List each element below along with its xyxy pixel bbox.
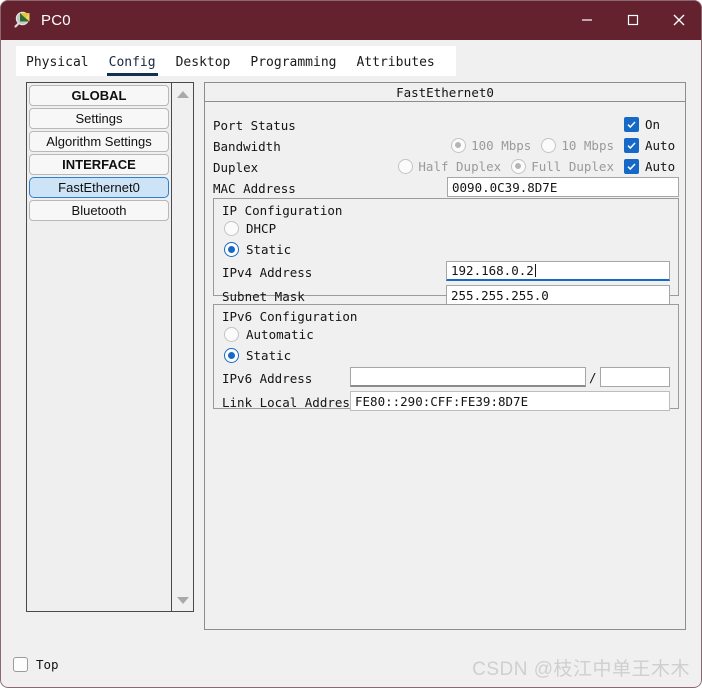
scroll-up-arrow-icon[interactable] — [172, 85, 193, 103]
duplex-auto-label: Auto — [645, 159, 676, 174]
link-local-address-input: FE80::290:CFF:FE39:8D7E — [350, 391, 670, 411]
sidebar-item-settings[interactable]: Settings — [29, 108, 169, 129]
ipv4-address-value: 192.168.0.2 — [451, 263, 534, 278]
ip-static-label: Static — [246, 242, 292, 257]
maximize-icon — [627, 14, 639, 26]
ip-dhcp-option[interactable]: DHCP — [224, 221, 276, 236]
top-label: Top — [36, 657, 59, 672]
watermark-text: CSDN @枝江中单王木木 — [472, 659, 690, 680]
tab-bar: Physical Config Desktop Programming Attr… — [16, 46, 456, 76]
ip-dhcp-radio[interactable] — [224, 221, 239, 236]
duplex-auto-checkbox[interactable] — [624, 159, 639, 174]
bandwidth-100mbps-radio[interactable] — [451, 138, 467, 153]
close-icon — [673, 14, 685, 26]
ipv6-configuration-group: IPv6 Configuration Automatic Static IPv6… — [213, 304, 679, 411]
top-checkbox-group[interactable]: Top — [13, 657, 59, 672]
sidebar: GLOBAL Settings Algorithm Settings INTER… — [26, 82, 194, 612]
minimize-icon — [582, 19, 592, 21]
mac-address-input[interactable]: 0090.0C39.8D7E — [447, 177, 679, 197]
top-checkbox[interactable] — [13, 657, 28, 672]
duplex-label: Duplex — [213, 160, 259, 175]
mac-address-label: MAC Address — [213, 181, 296, 196]
port-status-on-checkbox[interactable] — [624, 117, 639, 132]
ipv6-address-input[interactable] — [350, 367, 586, 387]
ip-dhcp-label: DHCP — [246, 221, 277, 236]
sidebar-scrollbar[interactable] — [171, 83, 193, 611]
bottom-bar: Top CSDN @枝江中单王木木 — [0, 646, 702, 688]
ipv4-address-label: IPv4 Address — [222, 265, 313, 280]
interface-config-panel: FastEthernet0 Port Status On Bandwidth 1… — [204, 82, 686, 630]
ipv6-prefix-separator: / — [589, 370, 597, 385]
minimize-button[interactable] — [564, 0, 610, 40]
ipv6-static-label: Static — [246, 348, 292, 363]
tab-programming[interactable]: Programming — [240, 55, 346, 76]
ipv6-automatic-option[interactable]: Automatic — [224, 327, 314, 342]
link-local-address-label: Link Local Address: — [222, 395, 365, 410]
ip-configuration-title: IP Configuration — [222, 203, 343, 218]
sidebar-item-bluetooth[interactable]: Bluetooth — [29, 200, 169, 221]
window-titlebar: PC0 — [0, 0, 702, 40]
ip-configuration-group: IP Configuration DHCP Static IPv4 Addres… — [213, 198, 679, 305]
maximize-button[interactable] — [610, 0, 656, 40]
bandwidth-100mbps-label: 100 Mbps — [471, 138, 532, 153]
packet-tracer-logo-icon — [11, 9, 33, 31]
sidebar-item-interface[interactable]: INTERFACE — [29, 154, 169, 175]
ipv6-configuration-title: IPv6 Configuration — [222, 309, 358, 324]
sidebar-item-algorithm-settings[interactable]: Algorithm Settings — [29, 131, 169, 152]
window-title: PC0 — [41, 11, 71, 29]
bandwidth-label: Bandwidth — [213, 139, 281, 154]
duplex-half-radio[interactable] — [398, 159, 414, 174]
tab-desktop[interactable]: Desktop — [166, 55, 241, 76]
config-body: GLOBAL Settings Algorithm Settings INTER… — [8, 76, 694, 646]
sidebar-item-global[interactable]: GLOBAL — [29, 85, 169, 106]
checkmark-icon — [627, 163, 636, 171]
sidebar-list: GLOBAL Settings Algorithm Settings INTER… — [27, 83, 171, 611]
ip-static-option[interactable]: Static — [224, 242, 291, 257]
bandwidth-row: Bandwidth 100 Mbps 10 Mbps Auto — [205, 137, 685, 158]
port-status-controls: On — [624, 117, 679, 132]
tab-config[interactable]: Config — [99, 55, 166, 76]
checkmark-icon — [627, 121, 636, 129]
subnet-mask-label: Subnet Mask — [222, 289, 305, 304]
pc0-config-window: PC0 Physical Config Desktop Programming … — [0, 0, 702, 688]
checkmark-icon — [627, 142, 636, 150]
ipv6-automatic-label: Automatic — [246, 327, 314, 342]
close-button[interactable] — [656, 0, 702, 40]
ipv6-prefix-input[interactable] — [600, 367, 670, 387]
duplex-full-label: Full Duplex — [531, 159, 614, 174]
scroll-down-arrow-icon[interactable] — [172, 591, 193, 609]
window-controls — [564, 0, 702, 40]
sidebar-item-fastethernet0[interactable]: FastEthernet0 — [29, 177, 169, 198]
bandwidth-10mbps-label: 10 Mbps — [561, 138, 614, 153]
ipv6-automatic-radio[interactable] — [224, 327, 239, 342]
duplex-controls: Half Duplex Full Duplex Auto — [398, 159, 679, 174]
mac-address-row: MAC Address 0090.0C39.8D7E — [205, 177, 685, 200]
bandwidth-10mbps-radio[interactable] — [541, 138, 557, 153]
ip-static-radio[interactable] — [224, 242, 239, 257]
ipv6-static-radio[interactable] — [224, 348, 239, 363]
ipv6-address-label: IPv6 Address — [222, 371, 313, 386]
port-status-label: Port Status — [213, 118, 296, 133]
bandwidth-auto-label: Auto — [645, 138, 676, 153]
subnet-mask-input[interactable]: 255.255.255.0 — [446, 285, 670, 305]
ipv6-static-option[interactable]: Static — [224, 348, 291, 363]
ipv4-address-input[interactable]: 192.168.0.2 — [446, 261, 670, 281]
duplex-full-radio[interactable] — [511, 159, 527, 174]
tab-attributes[interactable]: Attributes — [346, 55, 444, 76]
duplex-row: Duplex Half Duplex Full Duplex Auto — [205, 158, 685, 179]
bandwidth-auto-checkbox[interactable] — [624, 138, 639, 153]
interface-title: FastEthernet0 — [205, 83, 685, 102]
tab-physical[interactable]: Physical — [16, 55, 99, 76]
duplex-half-label: Half Duplex — [418, 159, 502, 174]
bandwidth-controls: 100 Mbps 10 Mbps Auto — [451, 138, 679, 153]
text-caret — [534, 264, 536, 277]
port-status-on-label: On — [645, 117, 661, 132]
port-status-row: Port Status On — [205, 116, 685, 137]
